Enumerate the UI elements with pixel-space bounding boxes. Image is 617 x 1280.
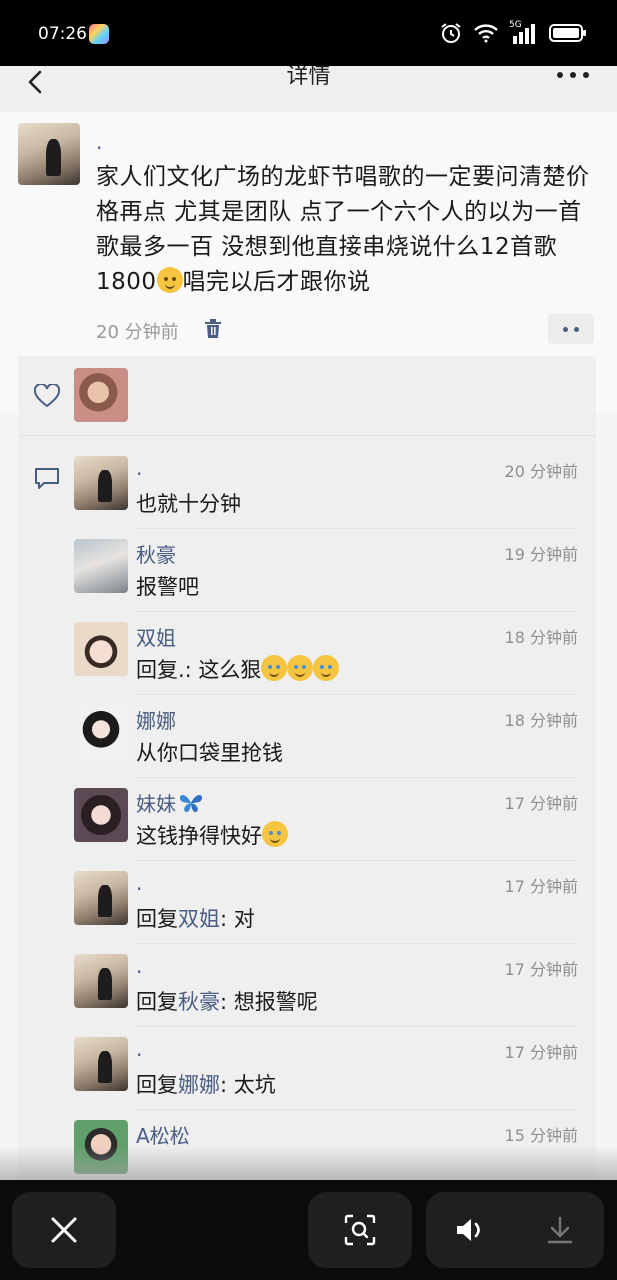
comment-item[interactable]: 娜娜 18 分钟前 从你口袋里抢钱 <box>18 695 596 778</box>
more-options-icon[interactable] <box>557 70 589 80</box>
commenter-avatar[interactable] <box>74 539 128 593</box>
comment-text: 回复.: 这么狠 <box>136 654 340 684</box>
author-avatar[interactable] <box>18 123 80 185</box>
comment-text: 回复娜娜: 太坑 <box>136 1069 276 1099</box>
status-bar: 07:26 5G <box>0 0 617 66</box>
comment-item[interactable]: . 17 分钟前 回复娜娜: 太坑 <box>18 1027 596 1110</box>
butterfly-icon <box>180 795 202 813</box>
cry-laugh-emoji-icon <box>262 821 288 847</box>
reply-to-name[interactable]: 双姐 <box>178 907 220 931</box>
smile-emoji-icon <box>156 267 183 293</box>
speaker-icon <box>456 1219 480 1241</box>
cry-laugh-emoji-icon <box>313 655 340 681</box>
commenter-name[interactable]: 娜娜 <box>136 705 176 734</box>
comment-text: 报警吧 <box>136 575 199 599</box>
commenter-name[interactable]: . <box>136 1037 142 1061</box>
commenter-name-text: 妹妹 <box>136 792 176 816</box>
liker-avatar[interactable] <box>74 368 128 422</box>
comment-text: 这钱挣得快好 <box>136 820 288 850</box>
comment-item[interactable]: . 17 分钟前 回复双姐: 对 <box>18 861 596 944</box>
commenter-avatar[interactable] <box>74 788 128 842</box>
comment-text-body: 这钱挣得快好 <box>136 824 262 848</box>
comment-item[interactable]: 秋豪 19 分钟前 报警吧 <box>18 529 596 612</box>
commenter-avatar[interactable] <box>74 705 128 759</box>
comment-text: 也就十分钟 <box>136 492 241 516</box>
download-button[interactable] <box>515 1192 604 1268</box>
cellular-signal-icon: 5G <box>509 20 539 44</box>
app-screen: 详情 . 家人们文化广场的龙虾节唱歌的一定要问清楚价格再点 尤其是团队 点了一个… <box>0 66 617 1180</box>
comment-time: 17 分钟前 <box>504 877 578 896</box>
volume-button[interactable] <box>426 1192 515 1268</box>
commenter-avatar[interactable] <box>74 1037 128 1091</box>
post-text: 家人们文化广场的龙虾节唱歌的一定要问清楚价格再点 尤其是团队 点了一个六个人的以… <box>96 160 596 300</box>
comment-item[interactable]: 妹妹 17 分钟前 这钱挣得快好 <box>18 778 596 861</box>
comment-time: 18 分钟前 <box>504 711 578 730</box>
close-button[interactable] <box>12 1192 116 1268</box>
commenter-name[interactable]: . <box>136 871 142 895</box>
close-icon <box>51 1217 77 1243</box>
cry-laugh-emoji-icon <box>287 655 314 681</box>
media-actions-group <box>426 1192 604 1268</box>
commenter-name[interactable]: 双姐 <box>136 622 176 651</box>
likes-comments-panel: . 20 分钟前 也就十分钟 秋豪 19 分钟前 报警吧 双姐 18 分钟前 回… <box>18 356 596 1180</box>
heart-icon <box>34 384 60 408</box>
status-indicators: 5G <box>439 20 587 45</box>
scroll-fade-overlay <box>0 1146 617 1180</box>
comment-item[interactable]: . 17 分钟前 回复秋豪: 想报警呢 <box>18 944 596 1027</box>
wifi-icon <box>474 24 498 43</box>
network-type-label: 5G <box>509 20 522 30</box>
reply-prefix: 回复 <box>136 907 178 931</box>
status-time: 07:26 <box>38 24 87 44</box>
post-actions-button[interactable] <box>548 314 594 344</box>
post-text-tail: 唱完以后才跟你说 <box>182 269 371 295</box>
comment-item[interactable]: 双姐 18 分钟前 回复.: 这么狠 <box>18 612 596 695</box>
author-name[interactable]: . <box>96 130 102 154</box>
reply-to-name[interactable]: 娜娜 <box>178 1073 220 1097</box>
image-search-button[interactable] <box>308 1192 412 1268</box>
comment-time: 15 分钟前 <box>504 1126 578 1145</box>
reply-to-name[interactable]: 秋豪 <box>178 990 220 1014</box>
comment-time: 17 分钟前 <box>504 1043 578 1062</box>
comment-time: 17 分钟前 <box>504 794 578 813</box>
comment-time: 20 分钟前 <box>504 462 578 481</box>
commenter-name[interactable]: 妹妹 <box>136 788 204 817</box>
reply-prefix: 回复 <box>136 1073 178 1097</box>
post-timestamp: 20 分钟前 <box>96 322 179 343</box>
commenter-name[interactable]: . <box>136 456 142 480</box>
comment-time: 18 分钟前 <box>504 628 578 647</box>
commenter-avatar[interactable] <box>74 456 128 510</box>
commenter-name[interactable]: . <box>136 954 142 978</box>
alarm-icon <box>441 23 461 43</box>
comment-time: 17 分钟前 <box>504 960 578 979</box>
scan-search-icon <box>344 1214 376 1246</box>
page-title: 详情 <box>286 66 331 89</box>
reply-text: : 想报警呢 <box>220 990 318 1014</box>
comment-text: 从你口袋里抢钱 <box>136 741 283 765</box>
app-notification-icon <box>89 24 109 44</box>
commenter-avatar[interactable] <box>74 871 128 925</box>
likes-row <box>18 356 596 436</box>
comment-text: 回复双姐: 对 <box>136 903 255 933</box>
reply-prefix: 回复 <box>136 990 178 1014</box>
battery-icon <box>549 24 586 42</box>
commenter-avatar[interactable] <box>74 622 128 676</box>
comment-time: 19 分钟前 <box>504 545 578 564</box>
reply-text: : 太坑 <box>220 1073 276 1097</box>
commenter-name[interactable]: 秋豪 <box>136 539 176 568</box>
reply-text: : 对 <box>220 907 255 931</box>
comment-text: 回复秋豪: 想报警呢 <box>136 986 318 1016</box>
comment-text-body: 回复.: 这么狠 <box>136 658 262 682</box>
download-icon <box>547 1216 572 1244</box>
trash-icon[interactable] <box>204 319 222 339</box>
top-navigation-bar: 详情 <box>0 66 617 112</box>
commenter-avatar[interactable] <box>74 954 128 1008</box>
cry-laugh-emoji-icon <box>261 655 288 681</box>
commenter-name[interactable]: A松松 <box>136 1120 190 1149</box>
comment-item[interactable]: . 20 分钟前 也就十分钟 <box>18 446 596 529</box>
viewer-toolbar <box>0 1180 617 1280</box>
